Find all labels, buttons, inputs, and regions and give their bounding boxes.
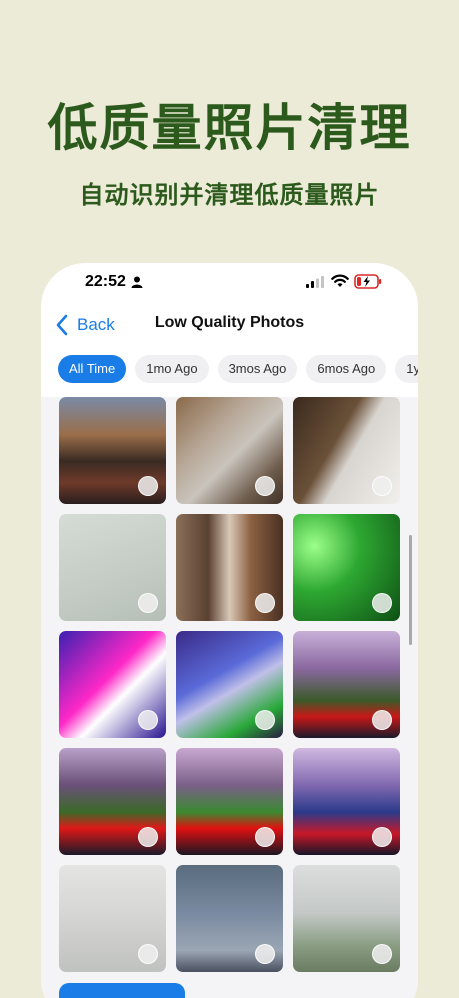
signal-icon: [306, 276, 324, 288]
page-title: Low Quality Photos: [154, 314, 305, 331]
select-circle-icon[interactable]: [255, 710, 275, 730]
wifi-icon: [331, 274, 349, 287]
filter-chip-1mo[interactable]: 1mo Ago: [135, 355, 209, 383]
battery-charging-icon: [354, 274, 382, 289]
photo-thumbnail[interactable]: [59, 631, 166, 738]
photo-thumbnail[interactable]: [293, 631, 400, 738]
photo-thumbnail[interactable]: [293, 397, 400, 504]
photo-thumbnail[interactable]: [59, 865, 166, 972]
select-circle-icon[interactable]: [372, 710, 392, 730]
action-button[interactable]: [59, 983, 185, 998]
person-icon: [131, 276, 143, 288]
select-circle-icon[interactable]: [138, 827, 158, 847]
photo-grid: [59, 397, 400, 972]
status-bar: 22:52: [41, 263, 418, 303]
photo-thumbnail[interactable]: [293, 514, 400, 621]
select-circle-icon[interactable]: [138, 710, 158, 730]
select-circle-icon[interactable]: [138, 944, 158, 964]
photo-thumbnail[interactable]: [176, 514, 283, 621]
photo-thumbnail[interactable]: [59, 514, 166, 621]
date-filter-row: All Time 1mo Ago 3mos Ago 6mos Ago 1yrs: [58, 355, 418, 383]
select-circle-icon[interactable]: [372, 827, 392, 847]
photo-thumbnail[interactable]: [293, 865, 400, 972]
select-circle-icon[interactable]: [255, 593, 275, 613]
select-circle-icon[interactable]: [138, 593, 158, 613]
select-circle-icon[interactable]: [255, 944, 275, 964]
filter-chip-all-time[interactable]: All Time: [58, 355, 127, 383]
hero-title: 低质量照片清理: [47, 99, 412, 157]
select-circle-icon[interactable]: [372, 593, 392, 613]
filter-chip-6mos[interactable]: 6mos Ago: [306, 355, 387, 383]
hero-subtitle: 自动识别并清理低质量照片: [79, 181, 380, 209]
select-circle-icon[interactable]: [255, 476, 275, 496]
select-circle-icon[interactable]: [255, 827, 275, 847]
photo-thumbnail[interactable]: [293, 748, 400, 855]
status-time: 22:52: [85, 273, 126, 290]
filter-chip-3mos[interactable]: 3mos Ago: [217, 355, 298, 383]
scrollbar[interactable]: [409, 535, 412, 645]
photo-grid-area: [41, 397, 418, 998]
filter-chip-1yrs[interactable]: 1yrs: [395, 355, 418, 383]
photo-thumbnail[interactable]: [59, 748, 166, 855]
select-circle-icon[interactable]: [372, 944, 392, 964]
select-circle-icon[interactable]: [372, 476, 392, 496]
photo-thumbnail[interactable]: [59, 397, 166, 504]
photo-thumbnail[interactable]: [176, 865, 283, 972]
phone-screen: 22:52 Back Low Quality Photos All Time 1…: [41, 263, 418, 998]
select-circle-icon[interactable]: [138, 476, 158, 496]
photo-thumbnail[interactable]: [176, 397, 283, 504]
photo-thumbnail[interactable]: [176, 631, 283, 738]
navigation-bar: Back Low Quality Photos: [41, 303, 418, 347]
photo-thumbnail[interactable]: [176, 748, 283, 855]
